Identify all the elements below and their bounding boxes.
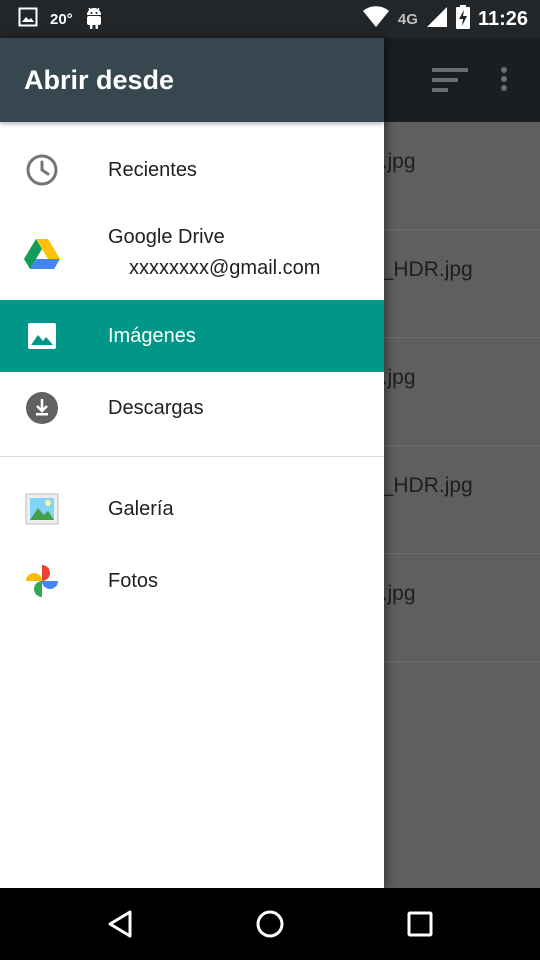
drawer-item-label: Imágenes <box>108 324 196 347</box>
drawer-item-label: Fotos <box>108 569 159 592</box>
file-name: 6_HDR.jpg <box>370 474 473 497</box>
drawer-item-label: Galería <box>108 497 174 520</box>
clock-icon <box>24 152 60 188</box>
network-type: 4G <box>397 10 418 28</box>
signal-icon <box>426 6 448 33</box>
drawer-item-galeria[interactable]: Galería <box>0 473 384 545</box>
drawer-title: Abrir desde <box>24 64 175 95</box>
recent-apps-button[interactable] <box>402 906 438 942</box>
home-button[interactable] <box>252 906 288 942</box>
temperature: 20° <box>50 10 73 28</box>
image-icon <box>24 318 60 354</box>
drawer-item-descargas[interactable]: Descargas <box>0 372 384 444</box>
drawer-item-label: Google Drive <box>108 226 225 248</box>
android-icon <box>85 5 103 34</box>
google-photos-icon <box>24 563 60 599</box>
clock-time: 11:26 <box>477 7 528 30</box>
drawer-header: Abrir desde <box>0 38 384 122</box>
status-bar: 20° 4G 11:26 <box>0 0 540 38</box>
screen: 20° 4G 11:26 4.jpg 5_HDR.jpg 0.jpg 6_HDR… <box>0 0 540 960</box>
drawer-divider <box>0 456 384 457</box>
battery-charging-icon <box>455 4 470 34</box>
drawer-item-label: Descargas <box>108 396 204 419</box>
file-name: 5_HDR.jpg <box>370 258 473 281</box>
more-options-icon <box>494 66 514 99</box>
navigation-drawer: Abrir desde Recientes Google Drive xxxxx… <box>0 38 384 888</box>
back-icon <box>108 910 132 938</box>
wifi-icon <box>362 5 390 33</box>
drawer-item-imagenes[interactable]: Imágenes <box>0 300 384 372</box>
back-button[interactable] <box>102 906 138 942</box>
sort-icon <box>428 64 468 101</box>
home-icon <box>256 910 284 938</box>
drive-account-email: xxxxxxxx@gmail.com <box>129 257 321 279</box>
recents-icon <box>407 911 433 937</box>
drawer-item-fotos[interactable]: Fotos <box>0 545 384 617</box>
download-icon <box>24 390 60 426</box>
drawer-item-recientes[interactable]: Recientes <box>0 134 384 206</box>
gallery-icon <box>24 491 60 527</box>
google-drive-icon <box>24 235 60 271</box>
picture-notification-icon <box>18 7 38 32</box>
drawer-item-label: Recientes <box>108 158 197 181</box>
drawer-item-google-drive[interactable]: Google Drive xxxxxxxx@gmail.com <box>0 206 384 300</box>
navigation-bar <box>0 888 540 960</box>
